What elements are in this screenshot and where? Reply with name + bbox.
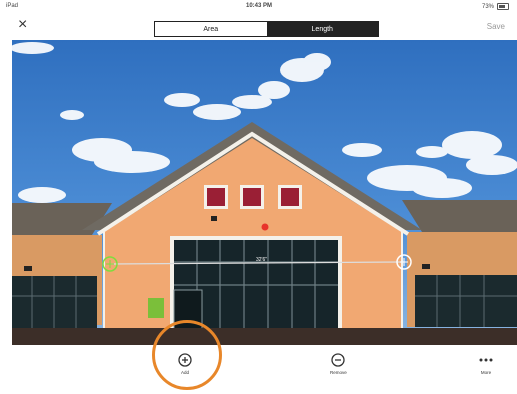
remove-button[interactable]: Remove [330, 353, 347, 375]
remove-label: Remove [330, 370, 347, 375]
clock: 10:43 PM [246, 3, 273, 9]
bottom-toolbar: Add Remove More [0, 345, 517, 394]
battery-percent: 73% [481, 3, 494, 10]
right-roof [402, 200, 517, 232]
navigation-bar: × Area Length Save [0, 13, 517, 40]
plus-circle-icon [178, 353, 192, 367]
add-button[interactable]: Add [178, 353, 192, 375]
more-button[interactable]: More [478, 353, 494, 375]
tab-length[interactable]: Length [266, 22, 378, 36]
minus-circle-icon [331, 353, 346, 367]
building-photo[interactable]: 32'6" [12, 40, 517, 345]
center-point-marker[interactable] [261, 223, 269, 231]
battery-icon [497, 3, 509, 10]
gable-vents [204, 185, 302, 209]
close-button[interactable]: × [18, 15, 27, 35]
measure-mode-segmented-control: Area Length [154, 21, 379, 37]
measurement-label: 32'6" [256, 257, 267, 263]
add-label: Add [180, 370, 189, 375]
tab-area[interactable]: Area [155, 22, 267, 36]
more-dots-icon [479, 358, 493, 362]
status-bar: iPad 10:43 PM 73% [0, 0, 517, 13]
more-label: More [480, 370, 492, 375]
battery-status: 73% [482, 3, 509, 10]
device-label: iPad [6, 3, 19, 9]
building-photo-image: 32'6" [12, 40, 517, 345]
green-sign [148, 298, 164, 318]
save-button[interactable]: Save [487, 22, 505, 31]
